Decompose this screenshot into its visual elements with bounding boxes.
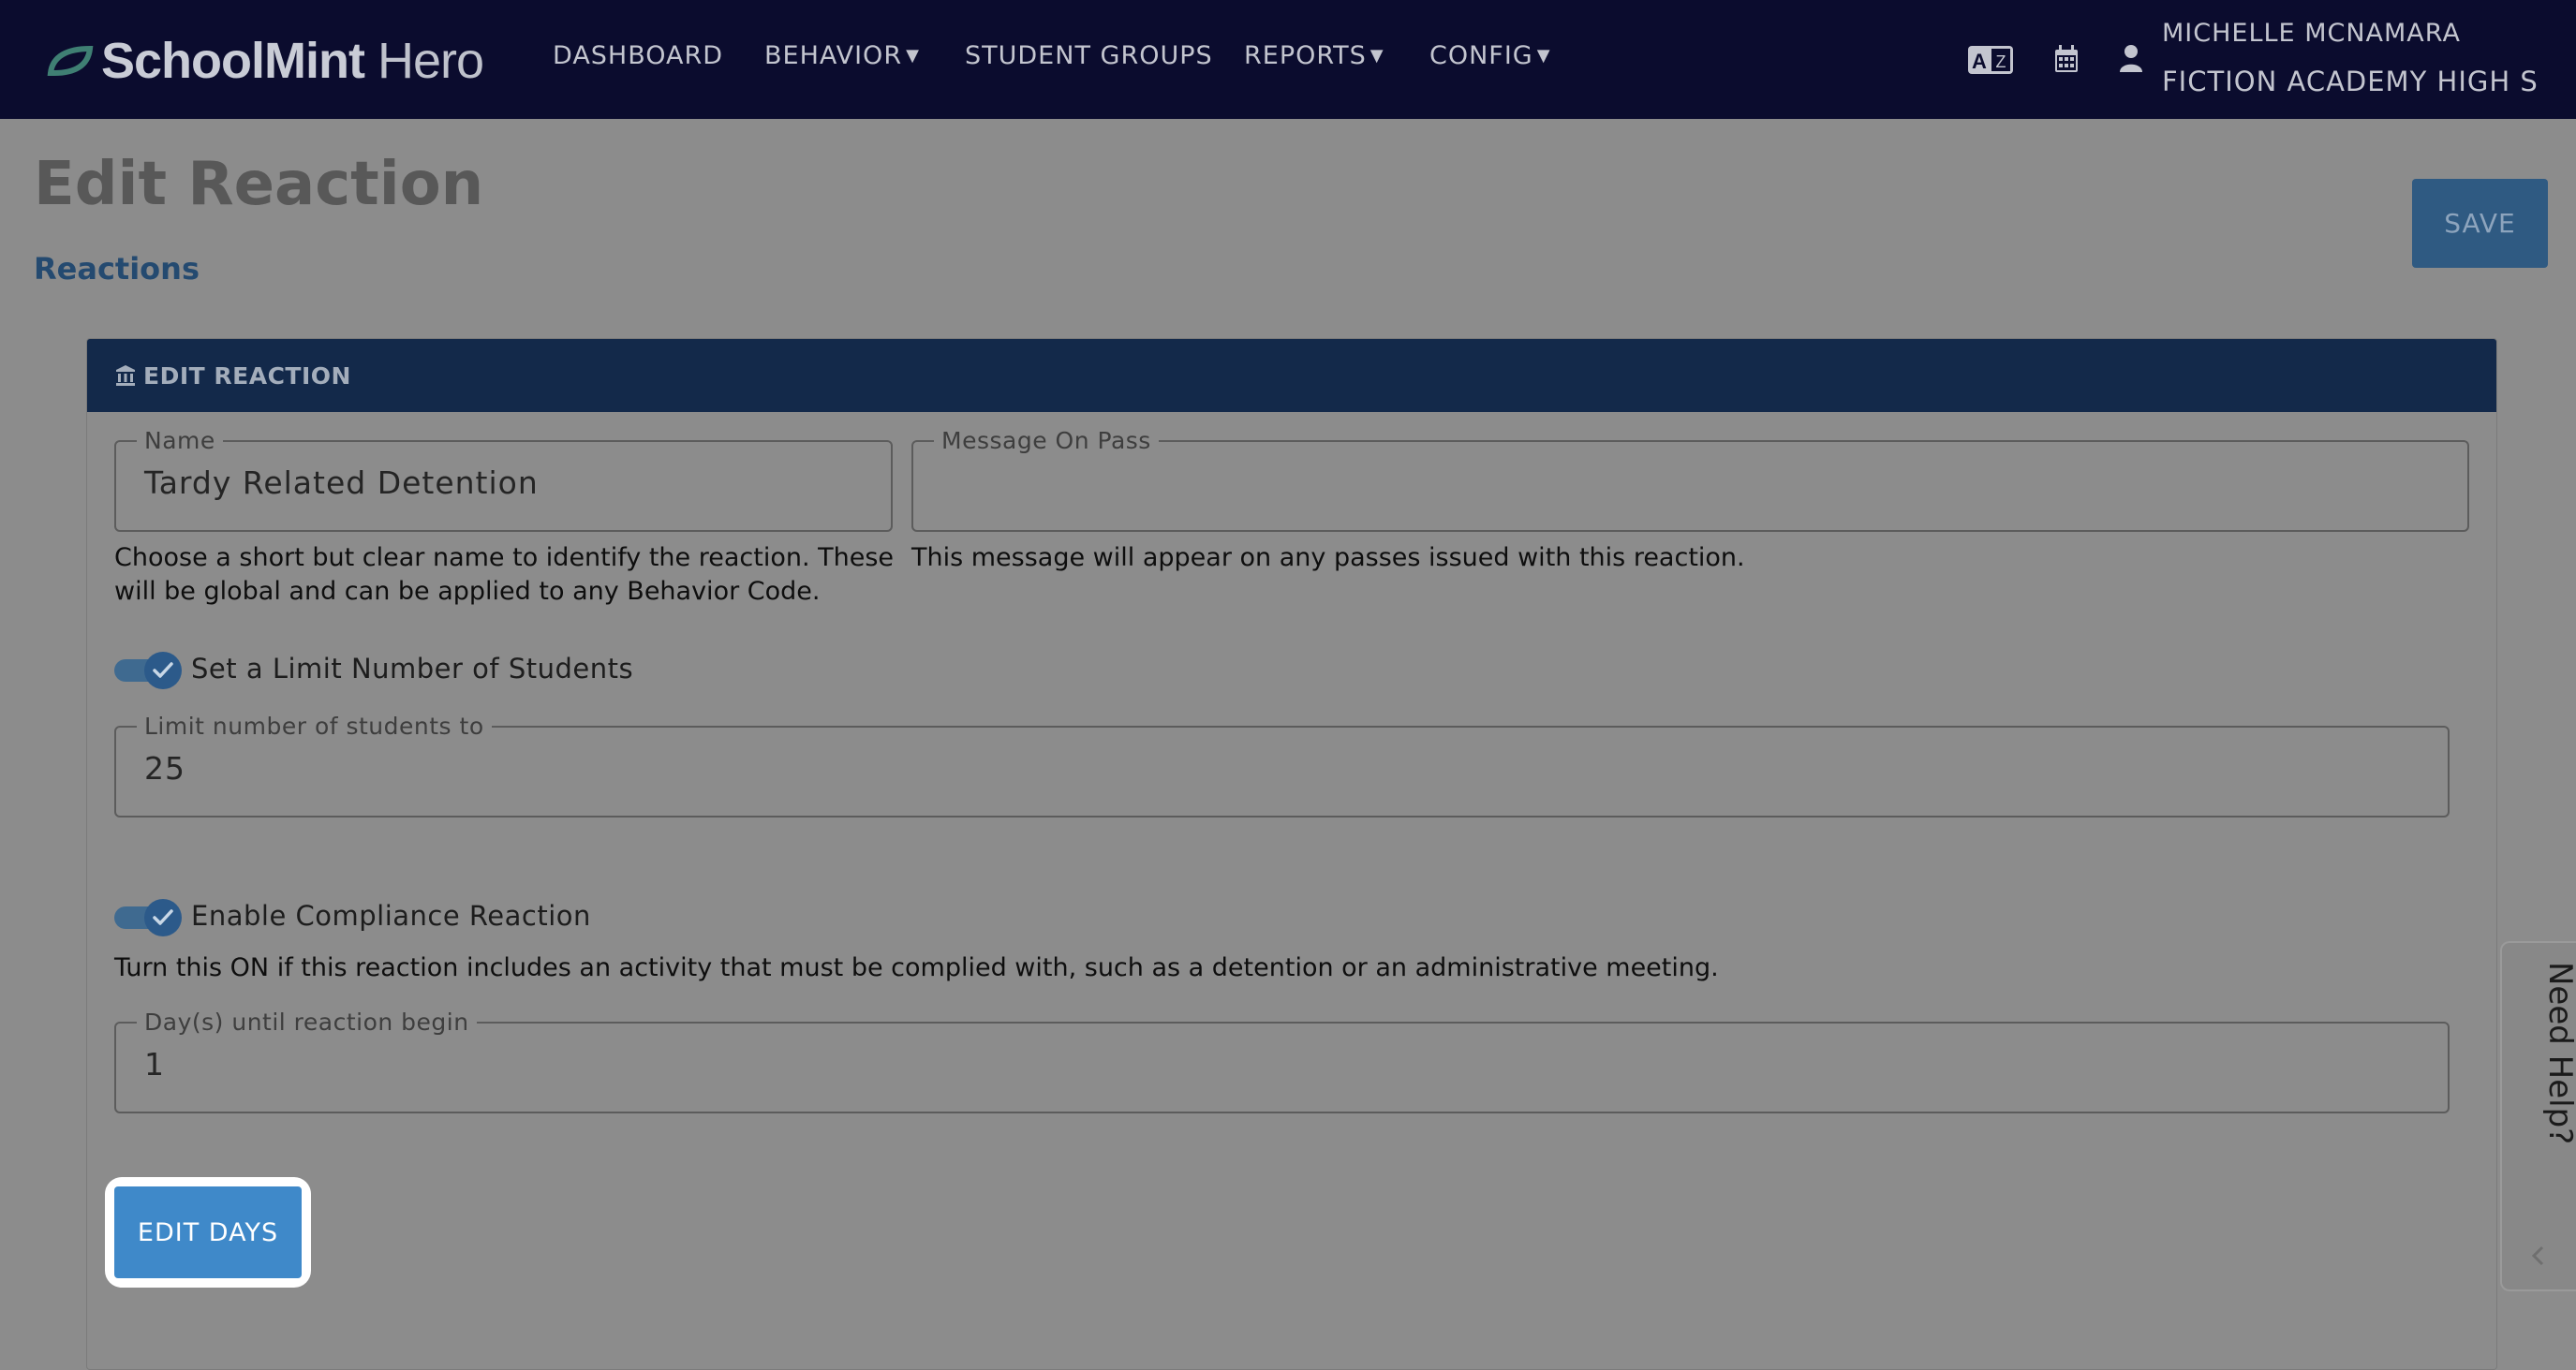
name-field[interactable]: Name Tardy Related Detention (114, 428, 893, 532)
app-logo[interactable]: SchoolMint Hero (47, 28, 484, 94)
check-icon (153, 662, 173, 678)
page-title: Edit Reaction (34, 150, 484, 219)
nav-student-groups[interactable]: STUDENT GROUPS (965, 41, 1213, 70)
caret-down-icon: ▼ (1369, 46, 1384, 66)
bank-icon (116, 365, 135, 386)
svg-text:A: A (1972, 50, 1987, 73)
card-header: EDIT REACTION (87, 339, 2496, 412)
days-field-value: 1 (144, 1046, 165, 1083)
message-on-pass-field[interactable]: Message On Pass (911, 428, 2469, 532)
name-field-value: Tardy Related Detention (144, 464, 539, 501)
message-field-label: Message On Pass (934, 428, 1159, 454)
days-field-label: Day(s) until reaction begin (137, 1009, 477, 1036)
caret-down-icon: ▼ (906, 46, 920, 66)
limit-field-label: Limit number of students to (137, 714, 492, 740)
need-help-label: Need Help? (2541, 962, 2576, 1145)
need-help-tab[interactable]: Need Help? (2500, 941, 2576, 1291)
logo-main-text: SchoolMint (101, 33, 365, 89)
limit-students-field[interactable]: Limit number of students to 25 (114, 714, 2450, 818)
save-button[interactable]: SAVE (2412, 179, 2548, 268)
limit-field-value: 25 (144, 750, 185, 787)
user-icon[interactable] (2119, 44, 2143, 72)
compliance-label: Enable Compliance Reaction (191, 900, 591, 932)
user-name[interactable]: MICHELLE MCNAMARA (2162, 19, 2461, 48)
nav-behavior[interactable]: BEHAVIOR ▼ (764, 41, 920, 70)
school-name[interactable]: FICTION ACADEMY HIGH S... (2162, 66, 2537, 97)
compliance-toggle-row: Enable Compliance Reaction (114, 899, 591, 936)
leaf-logo-icon (47, 45, 94, 76)
logo-sub-text: Hero (377, 33, 484, 89)
nav-reports[interactable]: REPORTS ▼ (1244, 41, 1384, 70)
edit-days-highlight: EDIT DAYS (105, 1177, 311, 1288)
translate-icon[interactable]: A Z (1967, 45, 2014, 75)
nav-config[interactable]: CONFIG ▼ (1429, 41, 1551, 70)
limit-students-label: Set a Limit Number of Students (191, 653, 634, 685)
edit-days-button[interactable]: EDIT DAYS (114, 1186, 302, 1278)
card-header-title: EDIT REACTION (143, 361, 351, 390)
message-help-text: This message will appear on any passes i… (911, 543, 1745, 572)
breadcrumb-reactions[interactable]: Reactions (34, 251, 200, 287)
nav-dashboard[interactable]: DASHBOARD (553, 41, 723, 70)
compliance-help-text: Turn this ON if this reaction includes a… (114, 953, 1719, 982)
name-help-text: Choose a short but clear name to identif… (114, 543, 895, 606)
chevron-left-icon[interactable] (2530, 1245, 2545, 1267)
limit-students-toggle[interactable] (114, 652, 182, 689)
name-field-label: Name (137, 428, 223, 454)
svg-text:Z: Z (1996, 52, 2006, 71)
calendar-icon[interactable] (2054, 45, 2079, 73)
top-navbar: SchoolMint Hero DASHBOARD BEHAVIOR ▼ STUD… (0, 0, 2576, 119)
caret-down-icon: ▼ (1536, 46, 1551, 66)
check-icon (153, 909, 173, 925)
limit-students-toggle-row: Set a Limit Number of Students (114, 652, 634, 689)
compliance-toggle[interactable] (114, 899, 182, 936)
days-until-reaction-field[interactable]: Day(s) until reaction begin 1 (114, 1009, 2450, 1113)
